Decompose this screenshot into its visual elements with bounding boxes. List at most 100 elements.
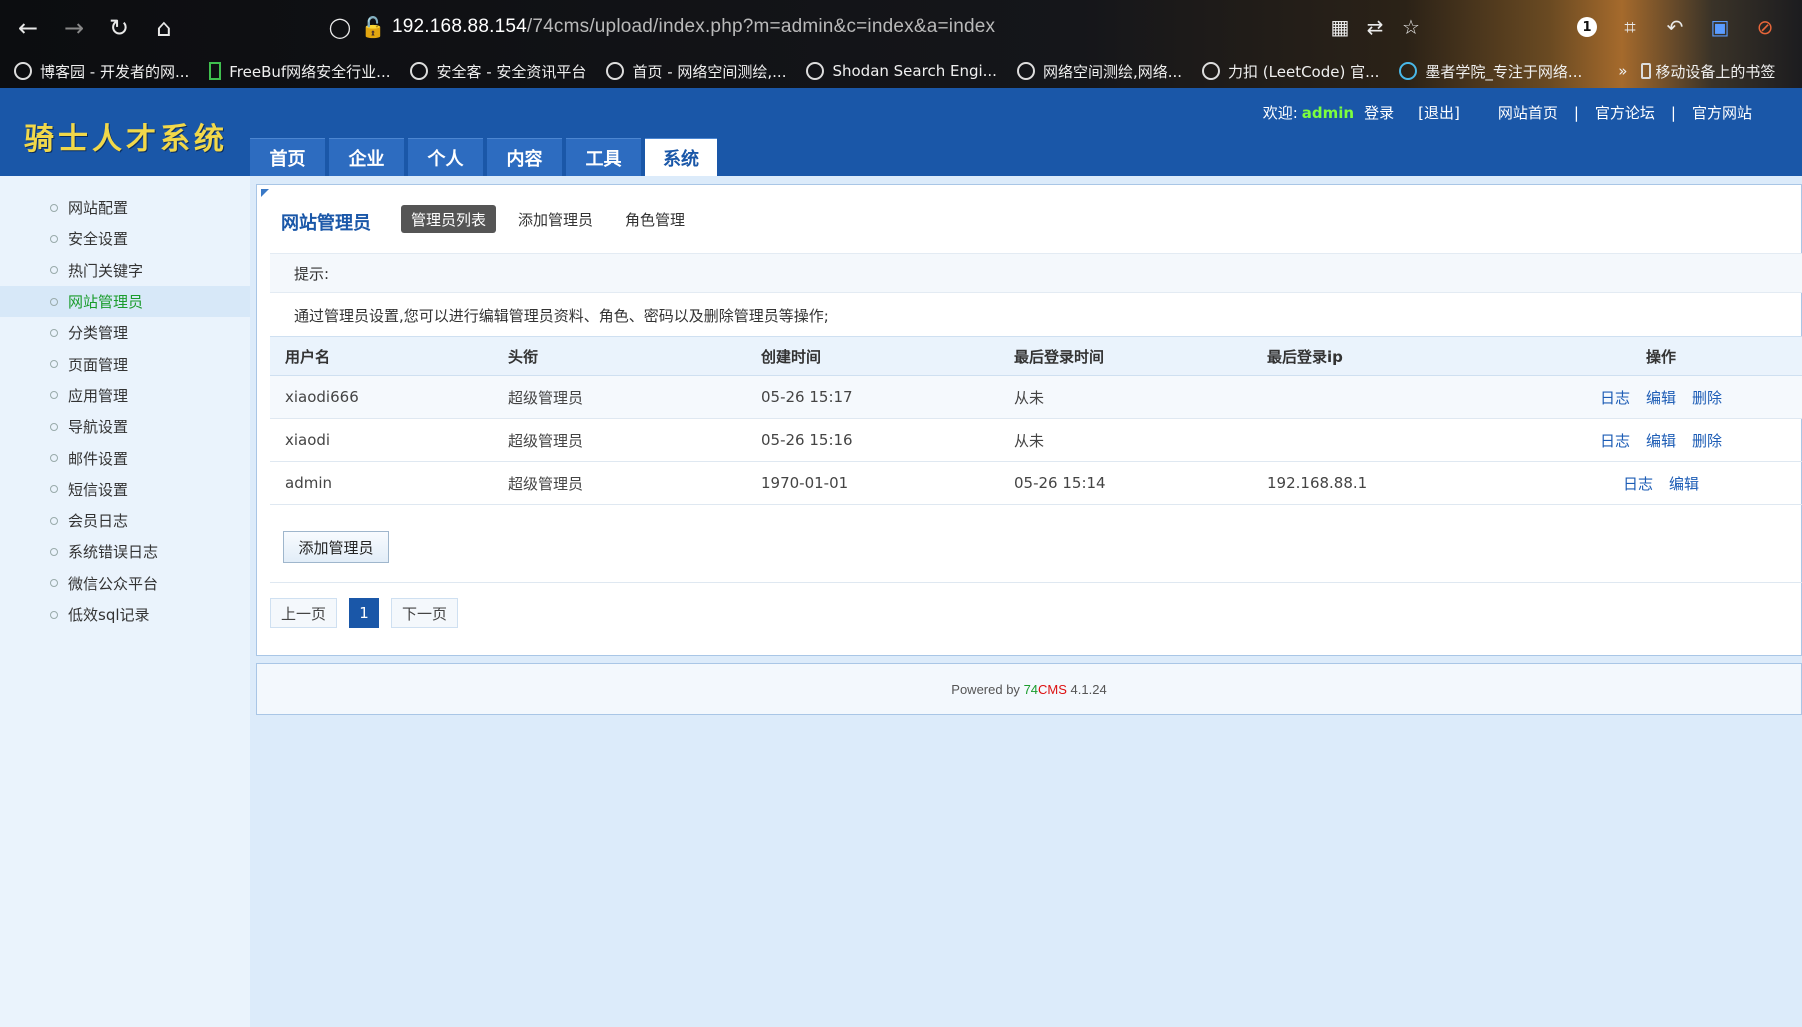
sidebar-item-member-log[interactable]: 会员日志 <box>0 505 250 536</box>
cell-created: 05-26 15:17 <box>760 375 1013 419</box>
bookmark-item[interactable]: Shodan Search Engi... <box>806 62 997 80</box>
cell-last-login: 从未 <box>1013 375 1266 419</box>
bullet-icon <box>50 297 58 306</box>
extension-badge-icon[interactable]: 1 <box>1572 12 1602 42</box>
version: 4.1.24 <box>1070 681 1107 697</box>
lock-warning-icon[interactable]: 🔓 <box>358 12 388 42</box>
block-icon[interactable]: ⊘ <box>1750 12 1780 42</box>
prev-page-button[interactable]: 上一页 <box>270 598 338 628</box>
cell-title: 超级管理员 <box>507 418 760 462</box>
bullet-icon <box>50 360 58 369</box>
sidebar-item-email[interactable]: 邮件设置 <box>0 442 250 473</box>
sidebar-item-pages[interactable]: 页面管理 <box>0 348 250 379</box>
bullet-icon <box>50 454 58 463</box>
globe-icon <box>410 62 429 80</box>
cell-created: 05-26 15:16 <box>760 418 1013 462</box>
cell-title: 超级管理员 <box>507 461 760 505</box>
sidebar-item-apps[interactable]: 应用管理 <box>0 380 250 411</box>
login-label: 登录 <box>1364 104 1395 122</box>
log-link[interactable]: 日志 <box>1600 389 1630 407</box>
subtab-admin-list[interactable]: 管理员列表 <box>401 205 497 233</box>
delete-link[interactable]: 删除 <box>1692 432 1722 450</box>
subtabs: 管理员列表 添加管理员 角色管理 <box>401 205 707 233</box>
bookmark-star-icon[interactable]: ☆ <box>1396 12 1426 42</box>
delete-link[interactable]: 删除 <box>1692 389 1722 407</box>
tab-personal[interactable]: 个人 <box>408 138 483 176</box>
powered-by-label: Powered by <box>951 681 1020 697</box>
official-forum-link[interactable]: 官方论坛 <box>1595 102 1655 123</box>
bullet-icon <box>50 266 58 275</box>
sidebar-item-sms[interactable]: 短信设置 <box>0 474 250 505</box>
cell-username: xiaodi <box>270 418 507 462</box>
freebuf-icon <box>209 62 222 80</box>
tab-home[interactable]: 首页 <box>250 138 325 176</box>
bookmark-item[interactable]: 力扣 (LeetCode) 官... <box>1202 61 1379 82</box>
table-row: admin 超级管理员 1970-01-01 05-26 15:14 192.1… <box>270 461 1802 505</box>
add-admin-button[interactable]: 添加管理员 <box>283 531 389 563</box>
edit-link[interactable]: 编辑 <box>1646 389 1676 407</box>
log-link[interactable]: 日志 <box>1600 432 1630 450</box>
subtab-add-admin[interactable]: 添加管理员 <box>508 205 603 233</box>
mobile-device-icon <box>1641 63 1652 79</box>
cell-username: xiaodi666 <box>270 375 507 419</box>
bookmarks-bar: 博客园 - 开发者的网... FreeBuf网络安全行业... 安全客 - 安全… <box>0 54 1802 88</box>
address-bar[interactable]: 192.168.88.154/74cms/upload/index.php?m=… <box>392 8 1392 46</box>
sidebar-item-wechat[interactable]: 微信公众平台 <box>0 568 250 599</box>
bullet-icon <box>50 328 58 337</box>
translate-icon[interactable]: ⇄ <box>1360 12 1390 42</box>
tip-text: 通过管理员设置,您可以进行编辑管理员资料、角色、密码以及删除管理员等操作; <box>294 306 829 325</box>
edit-link[interactable]: 编辑 <box>1646 432 1676 450</box>
tab-system[interactable]: 系统 <box>645 138 717 176</box>
bullet-icon <box>50 422 58 431</box>
shield-icon[interactable]: ◯ <box>325 12 355 42</box>
tab-tools[interactable]: 工具 <box>566 138 641 176</box>
edit-link[interactable]: 编辑 <box>1669 475 1699 493</box>
bookmark-item[interactable]: FreeBuf网络安全行业... <box>209 61 390 82</box>
sidebar-item-error-log[interactable]: 系统错误日志 <box>0 536 250 567</box>
bookmark-item[interactable]: 安全客 - 安全资讯平台 <box>410 61 586 82</box>
sidebar-item-site-config[interactable]: 网站配置 <box>0 192 250 223</box>
translate-extension-icon[interactable]: ▣ <box>1705 12 1735 42</box>
brand-part-a: 74 <box>1023 681 1039 697</box>
sidebar-item-slow-sql[interactable]: 低效sql记录 <box>0 599 250 630</box>
undo-icon[interactable]: ↶ <box>1660 12 1690 42</box>
official-site-link[interactable]: 官方网站 <box>1692 102 1752 123</box>
tab-content[interactable]: 内容 <box>487 138 562 176</box>
next-page-button[interactable]: 下一页 <box>391 598 459 628</box>
column-header: 头衔 <box>507 336 760 376</box>
sidebar-item-hot-keywords[interactable]: 热门关键字 <box>0 255 250 286</box>
mobile-bookmarks[interactable]: 移动设备上的书签 <box>1641 61 1775 82</box>
bookmark-item[interactable]: 首页 - 网络空间测绘,... <box>606 61 786 82</box>
table-header-row: 用户名 头衔 创建时间 最后登录时间 最后登录ip 操作 <box>270 336 1802 376</box>
table-row: xiaodi666 超级管理员 05-26 15:17 从未 日志 编辑 删除 <box>270 375 1802 419</box>
globe-icon <box>806 62 825 80</box>
sidebar-item-site-admins[interactable]: 网站管理员 <box>0 285 250 318</box>
sidebar-item-security[interactable]: 安全设置 <box>0 223 250 254</box>
home-icon[interactable]: ⌂ <box>148 12 180 44</box>
reload-icon[interactable]: ↻ <box>103 12 135 44</box>
bullet-icon <box>50 234 58 243</box>
app-header: 骑士人才系统 欢迎: admin 登录 [退出] 网站首页 | 官方论坛 | 官… <box>0 88 1802 176</box>
subtab-role-management[interactable]: 角色管理 <box>615 205 695 233</box>
footer: Powered by 74 CMS 4.1.24 <box>256 663 1802 715</box>
main-nav: 首页 企业 个人 内容 工具 系统 <box>250 138 721 176</box>
logout-link[interactable]: [退出] <box>1418 102 1460 123</box>
current-page[interactable]: 1 <box>349 598 380 628</box>
forward-icon[interactable]: → <box>58 12 90 44</box>
cell-username: admin <box>270 461 507 505</box>
crop-icon[interactable]: ⌗ <box>1615 12 1645 42</box>
log-link[interactable]: 日志 <box>1623 475 1653 493</box>
brand-part-b: CMS <box>1038 681 1067 697</box>
bookmark-item[interactable]: 墨者学院_专注于网络... <box>1399 61 1582 82</box>
tab-company[interactable]: 企业 <box>329 138 404 176</box>
cell-last-ip <box>1266 418 1519 462</box>
sidebar-item-navigation[interactable]: 导航设置 <box>0 411 250 442</box>
back-icon[interactable]: ← <box>12 12 44 44</box>
bookmark-item[interactable]: 网络空间测绘,网络... <box>1016 61 1182 82</box>
site-home-link[interactable]: 网站首页 <box>1498 102 1558 123</box>
more-bookmarks-icon[interactable]: » <box>1618 62 1627 80</box>
sidebar-item-categories[interactable]: 分类管理 <box>0 317 250 348</box>
bookmark-item[interactable]: 博客园 - 开发者的网... <box>14 61 189 82</box>
extension-badge: 1 <box>1577 17 1597 37</box>
qr-code-icon[interactable]: ▦ <box>1325 12 1355 42</box>
